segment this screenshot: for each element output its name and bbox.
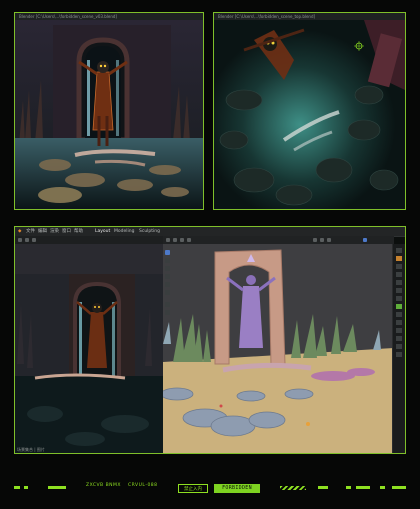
menu-help[interactable]: 帮助 <box>74 227 83 236</box>
render-scene-arch <box>15 20 203 209</box>
render-image <box>214 20 405 209</box>
menu-edit[interactable]: 编辑 <box>38 227 47 236</box>
hud-bar <box>356 486 370 489</box>
scene-properties-icon[interactable] <box>396 280 402 285</box>
hud-bar <box>48 486 66 489</box>
hud-marker <box>380 486 385 489</box>
viewport-scene <box>163 244 394 453</box>
render-image <box>15 20 203 209</box>
tab-layout[interactable]: Layout <box>95 227 110 236</box>
hud-marker <box>346 486 351 489</box>
hud-bar <box>392 486 406 489</box>
cursor-tool[interactable] <box>165 258 170 263</box>
hazard-stripe <box>280 486 306 490</box>
rotate-tool[interactable] <box>165 274 170 279</box>
menu-render[interactable]: 渲染 <box>50 227 59 236</box>
constraints-icon[interactable] <box>396 328 402 333</box>
render-properties-icon[interactable] <box>396 256 402 261</box>
proportional-edit-icon[interactable] <box>327 238 331 242</box>
editor-type-icon[interactable] <box>166 238 170 242</box>
material-properties-icon[interactable] <box>396 344 402 349</box>
tool-properties-icon[interactable] <box>396 248 402 253</box>
global-orientation-icon[interactable] <box>313 238 317 242</box>
tab-modeling[interactable]: Modeling <box>114 227 134 236</box>
slot-icon[interactable] <box>32 238 36 242</box>
particles-icon[interactable] <box>396 312 402 317</box>
object-properties-icon[interactable] <box>396 296 402 301</box>
view-layer-icon[interactable] <box>396 272 402 277</box>
window-title: Blender [C:\Users\...\forbidden_scene_to… <box>218 14 316 19</box>
blender-workspace: ◆ 文件 编辑 渲染 窗口 帮助 Layout Modeling Sculpti… <box>14 226 406 454</box>
menu-file[interactable]: 文件 <box>26 227 35 236</box>
transform-tool[interactable] <box>165 290 170 295</box>
select-box-tool[interactable] <box>165 250 170 255</box>
hud-left-caption: ZXCVB BNMX <box>86 483 121 488</box>
hud-marker <box>14 486 20 489</box>
properties-editor <box>392 244 405 453</box>
annotate-tool[interactable] <box>165 302 170 307</box>
render-window-right: Blender [C:\Users\...\forbidden_scene_to… <box>213 12 406 210</box>
output-properties-icon[interactable] <box>396 264 402 269</box>
scale-tool[interactable] <box>165 282 170 287</box>
select-menu-icon[interactable] <box>187 238 191 242</box>
data-properties-icon[interactable] <box>396 336 402 341</box>
hud-mid-label: CRVUL-088 <box>128 483 158 488</box>
render-preview <box>15 244 163 453</box>
image-icon[interactable] <box>25 238 29 242</box>
viewport-3d[interactable] <box>163 236 394 453</box>
status-bar-text: 场景集合 | 图片 <box>17 447 45 452</box>
physics-icon[interactable] <box>396 320 402 325</box>
hud-marker <box>24 486 28 489</box>
view-icon[interactable] <box>18 238 22 242</box>
world-properties-icon[interactable] <box>396 288 402 293</box>
render-scene-topdown <box>214 20 405 209</box>
render-view: 场景集合 | 图片 <box>15 236 163 453</box>
hud-warning-tag: 禁止入内 <box>178 484 208 493</box>
viewport-header <box>163 236 394 244</box>
menu-window[interactable]: 窗口 <box>62 227 71 236</box>
move-tool[interactable] <box>165 266 170 271</box>
view-menu-icon[interactable] <box>180 238 184 242</box>
shading-solid-icon[interactable] <box>363 238 367 242</box>
app-logo[interactable]: ◆ <box>18 227 21 236</box>
forbidden-badge: FORBIDDEN <box>214 484 260 493</box>
hud-footer: ZXCVB BNMX CRVUL-088 <box>0 472 420 509</box>
tab-sculpting[interactable]: Sculpting <box>139 227 160 236</box>
window-title: Blender [C:\Users\...\forbidden_scene_v0… <box>19 14 117 19</box>
measure-tool[interactable] <box>165 310 170 315</box>
object-mode-icon[interactable] <box>173 238 177 242</box>
render-window-left: Blender [C:\Users\...\forbidden_scene_v0… <box>14 12 204 210</box>
texture-properties-icon[interactable] <box>396 352 402 357</box>
modifier-properties-icon[interactable] <box>396 304 402 309</box>
snap-icon[interactable] <box>320 238 324 242</box>
render-view-header <box>15 236 163 244</box>
hud-marker <box>318 486 328 489</box>
